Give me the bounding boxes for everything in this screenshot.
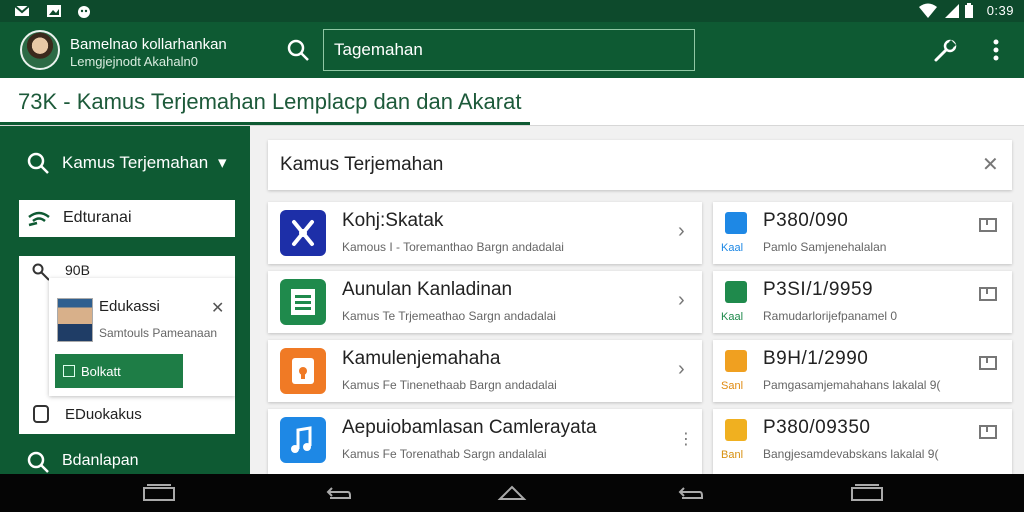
app-doc-icon [280, 279, 326, 325]
back-icon[interactable] [324, 484, 352, 502]
status-bar: 0:39 [0, 0, 1024, 22]
list-item[interactable]: Aunulan Kanladinan Kamus Te Trjemeathao … [268, 271, 702, 333]
main-search-header[interactable]: Kamus Terjemahan ✕ [268, 140, 1012, 190]
wifi-icon [28, 211, 50, 227]
more-vert-icon[interactable] [984, 36, 1008, 64]
more-vert-icon[interactable]: ⋮ [678, 429, 694, 449]
battery-icon [965, 3, 973, 18]
inbox-icon[interactable] [979, 218, 997, 232]
android-icon [78, 6, 90, 18]
side-item-subtitle: Ramudarlorijefpanamel 0 [763, 309, 898, 323]
side-item-code: P380/090 [763, 210, 849, 231]
list-item-subtitle: Kamous I - Toremanthao Bargn andadalai [342, 240, 564, 254]
side-item-code: P3SI/1/9959 [763, 279, 874, 300]
sidebar-item-edu[interactable]: Edturanai [19, 200, 235, 237]
side-list-item[interactable]: Kaal P3SI/1/9959 Ramudarlorijefpanamel 0 [713, 271, 1012, 333]
doc-icon [725, 350, 747, 372]
list-item-title: Kamulenjemahaha [342, 348, 501, 369]
doc-icon [725, 281, 747, 303]
side-item-label: Kaal [721, 311, 744, 323]
chevron-right-icon: › [678, 220, 685, 242]
list-item[interactable]: Kohj:Skatak Kamous I - Toremanthao Bargn… [268, 202, 702, 264]
side-item-code: B9H/1/2990 [763, 348, 869, 369]
search-icon [27, 152, 49, 174]
profile-photo [57, 298, 93, 342]
avatar[interactable] [20, 30, 60, 70]
mail-icon [14, 5, 30, 16]
sidebar-item-edu-label: Edturanai [63, 209, 132, 226]
main-header-label: Kamus Terjemahan [280, 154, 444, 175]
back-icon[interactable] [676, 484, 704, 502]
side-list-item[interactable]: Kaal P380/090 Pamlo Samjenehalalan [713, 202, 1012, 264]
app-bar: Bamelnao kollarhankan Lemgjejnodt Akahal… [0, 22, 1024, 78]
sidebar-code: 90B [65, 262, 90, 278]
side-list-item[interactable]: Sanl B9H/1/2990 Pamgasamjemahahans lakal… [713, 340, 1012, 402]
search-icon[interactable] [286, 38, 310, 62]
profile-button[interactable]: Bolkatt [55, 354, 183, 388]
inbox-icon[interactable] [979, 425, 997, 439]
list-item[interactable]: Aepuiobamlasan Camlerayata Kamus Fe Tore… [268, 409, 702, 474]
profile-name: Edukassi [99, 298, 160, 315]
doc-icon [725, 419, 747, 441]
navigation-bar [0, 474, 1024, 512]
title-underline [0, 122, 530, 125]
chevron-right-icon: › [678, 289, 685, 311]
recents-icon[interactable] [142, 484, 176, 502]
side-item-subtitle: Pamgasamjemahahans lakalal 9( [763, 378, 941, 392]
search-input[interactable] [323, 29, 695, 71]
side-item-code: P380/09350 [763, 417, 871, 438]
list-item-title: Aunulan Kanladinan [342, 279, 513, 300]
side-list-item[interactable]: Banl P380/09350 Bangjesamdevabskans laka… [713, 409, 1012, 474]
close-icon[interactable]: ✕ [982, 152, 999, 177]
side-item-subtitle: Pamlo Samjenehalalan [763, 240, 887, 254]
app-music-icon [280, 417, 326, 463]
side-item-label: Kaal [721, 242, 744, 254]
page-title: 73K - Kamus Terjemahan Lemplacp dan dan … [18, 89, 522, 114]
list-item-subtitle: Kamus Te Trjemeathao Sargn andadalai [342, 309, 556, 323]
inbox-icon[interactable] [979, 356, 997, 370]
sidebar-card: 90B Edukassi ✕ Samtouls Pameanaan Bolkat… [19, 256, 235, 434]
home-icon[interactable] [497, 484, 527, 502]
wrench-icon[interactable] [932, 38, 958, 64]
list-item-title: Aepuiobamlasan Camlerayata [342, 417, 597, 438]
inbox-icon[interactable] [979, 287, 997, 301]
app-lock-icon [280, 348, 326, 394]
list-item-title: Kohj:Skatak [342, 210, 444, 231]
list-item-subtitle: Kamus Fe Tinenethaab Bargn andadalai [342, 378, 557, 392]
side-item-label: Banl [721, 449, 744, 461]
title-bar: 73K - Kamus Terjemahan Lemplacp dan dan … [0, 78, 1024, 126]
photo-icon [47, 5, 61, 17]
side-item-label: Sanl [721, 380, 744, 392]
checkbox-icon [63, 365, 75, 377]
close-icon[interactable]: ✕ [211, 298, 224, 318]
recents-icon[interactable] [850, 484, 884, 502]
status-time: 0:39 [986, 3, 1014, 18]
side-item-subtitle: Bangjesamdevabskans lakalal 9( [763, 447, 939, 461]
sidebar: Kamus Terjemahan ▾ Edturanai 90B Edukass… [0, 126, 250, 474]
sidebar-search-label: Kamus Terjemahan [62, 153, 209, 172]
profile-subtitle: Samtouls Pameanaan [99, 326, 218, 340]
list-item[interactable]: Kamulenjemahaha Kamus Fe Tinenethaab Bar… [268, 340, 702, 402]
profile-card: Edukassi ✕ Samtouls Pameanaan Bolkatt [49, 278, 235, 396]
list-item-subtitle: Kamus Fe Torenathab Sargn andalalai [342, 447, 547, 461]
wifi-icon [919, 3, 937, 18]
signal-icon [945, 4, 959, 18]
app-x-icon [280, 210, 326, 256]
doc-icon [725, 212, 747, 234]
chevron-down-icon: ▾ [218, 153, 227, 172]
sidebar-search[interactable]: Kamus Terjemahan ▾ [26, 150, 241, 178]
chevron-right-icon: › [678, 358, 685, 380]
key-icon [32, 263, 50, 281]
sidebar-bottom-label: Bdanlapan [62, 452, 139, 469]
profile-button-label: Bolkatt [81, 363, 121, 379]
app-name: Bamelnao kollarhankan [70, 36, 227, 53]
app-subtitle: Lemgjejnodt Akahaln0 [70, 54, 198, 69]
search-icon [27, 451, 49, 473]
bookmark-icon [33, 405, 49, 423]
sidebar-bookmark-label[interactable]: EDuokakus [65, 406, 142, 423]
